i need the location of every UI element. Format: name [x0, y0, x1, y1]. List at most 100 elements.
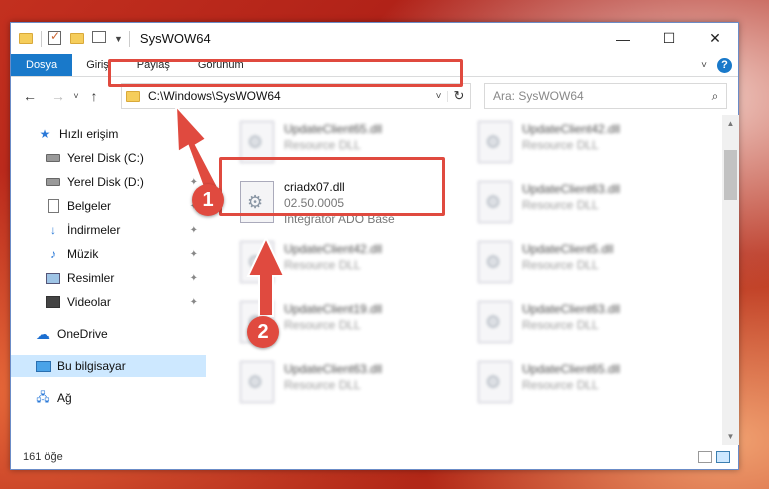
file-tile[interactable]: UpdateClient42.dll Resource DLL	[230, 235, 460, 295]
sidebar-item-music[interactable]: ♪ Müzik ✦	[11, 243, 206, 265]
file-name: UpdateClient42.dll	[284, 242, 383, 256]
scrollbar-thumb[interactable]	[724, 150, 737, 200]
chevron-down-icon[interactable]: ▼	[114, 34, 123, 44]
pin-icon[interactable]: ✦	[190, 249, 198, 260]
computer-icon	[35, 359, 51, 373]
file-description: Resource DLL	[522, 258, 599, 272]
status-bar: 161 öğe	[11, 445, 738, 469]
sidebar-item-label: İndirmeler	[67, 223, 121, 237]
file-tile[interactable]: UpdateClient63.dll Resource DLL	[230, 355, 460, 415]
sidebar-item-downloads[interactable]: ↓ İndirmeler ✦	[11, 219, 206, 241]
address-bar[interactable]: C:\Windows\SysWOW64 ˅ ↻	[121, 83, 471, 109]
file-description: Resource DLL	[522, 318, 599, 332]
file-name: UpdateClient42.dll	[522, 122, 621, 136]
scroll-down-icon[interactable]: ▼	[722, 428, 739, 445]
file-description: Resource DLL	[522, 138, 599, 152]
search-icon[interactable]: ⌕	[704, 89, 726, 104]
dll-file-icon	[240, 241, 274, 283]
dll-file-icon	[478, 301, 512, 343]
new-folder-icon[interactable]	[70, 31, 86, 47]
file-description: Resource DLL	[522, 378, 599, 392]
sidebar-item-label: Yerel Disk (D:)	[67, 175, 144, 189]
search-input[interactable]: Ara: SysWOW64	[493, 89, 704, 103]
file-description: Resource DLL	[284, 378, 361, 392]
file-tile[interactable]: UpdateClient42.dll Resource DLL	[468, 115, 698, 175]
sidebar-item-onedrive[interactable]: ☁ OneDrive	[11, 323, 206, 345]
properties-check-icon[interactable]	[48, 29, 64, 47]
sidebar-item-documents[interactable]: Belgeler ✦	[11, 195, 206, 217]
dll-file-icon	[240, 121, 274, 163]
sidebar-item-quick-access[interactable]: ★ Hızlı erişim	[11, 123, 206, 145]
sidebar-item-disk-d[interactable]: Yerel Disk (D:) ✦	[11, 171, 206, 193]
title-bar: ▼ SysWOW64 — ☐ ✕	[11, 23, 738, 54]
file-name: UpdateClient63.dll	[522, 182, 621, 196]
pin-icon[interactable]: ✦	[190, 153, 198, 164]
forward-arrow-icon[interactable]: →	[47, 88, 69, 104]
tiles-view-icon[interactable]	[716, 451, 730, 463]
file-description: Resource DLL	[284, 258, 361, 272]
file-tile[interactable]: UpdateClient65.dll Resource DLL	[230, 115, 460, 175]
sidebar-item-videos[interactable]: Videolar ✦	[11, 291, 206, 313]
pin-icon[interactable]: ✦	[190, 177, 198, 188]
file-name: UpdateClient5.dll	[522, 242, 614, 256]
vertical-scrollbar[interactable]: ▲ ▼	[722, 115, 739, 445]
file-name: UpdateClient65.dll	[284, 122, 383, 136]
ribbon-tabs: Dosya Giriş Paylaş Görünüm ˅ ?	[11, 54, 738, 77]
file-tile[interactable]: UpdateClient63.dll Resource DLL	[468, 295, 698, 355]
network-icon: 🖧	[36, 389, 50, 404]
sidebar-item-network[interactable]: 🖧 Ağ	[11, 387, 206, 409]
sidebar-item-label: Ağ	[57, 391, 72, 405]
file-tile[interactable]: UpdateClient63.dll Resource DLL	[468, 175, 698, 235]
maximize-button[interactable]: ☐	[646, 23, 692, 54]
help-icon[interactable]: ?	[717, 57, 732, 73]
file-tile[interactable]: UpdateClient5.dll Resource DLL	[468, 235, 698, 295]
address-path[interactable]: C:\Windows\SysWOW64	[148, 89, 430, 103]
file-name: UpdateClient63.dll	[284, 362, 383, 376]
music-icon: ♪	[50, 247, 56, 261]
document-icon	[45, 199, 61, 213]
toolbar-divider	[41, 30, 42, 47]
refresh-icon[interactable]: ↻	[448, 88, 470, 104]
scroll-up-icon[interactable]: ▲	[722, 115, 739, 132]
tab-file[interactable]: Dosya	[11, 54, 73, 76]
details-view-icon[interactable]	[698, 451, 712, 463]
file-description: Resource DLL	[284, 318, 361, 332]
sidebar-item-label: Müzik	[67, 247, 99, 261]
disk-icon	[45, 175, 61, 189]
dll-file-icon	[240, 181, 274, 223]
address-dropdown-icon[interactable]: ˅	[430, 90, 448, 102]
file-list: UpdateClient65.dll Resource DLL criadx07…	[216, 115, 720, 445]
pin-icon[interactable]: ✦	[190, 225, 198, 236]
file-tile[interactable]: UpdateClient65.dll Resource DLL	[468, 355, 698, 415]
close-button[interactable]: ✕	[692, 23, 738, 54]
tab-share[interactable]: Paylaş	[123, 54, 184, 76]
up-arrow-icon[interactable]: ↑	[83, 88, 105, 104]
folder-icon	[126, 90, 140, 102]
tab-home[interactable]: Giriş	[72, 54, 123, 76]
search-box[interactable]: Ara: SysWOW64 ⌕	[484, 83, 727, 109]
window-title: SysWOW64	[139, 31, 211, 46]
tab-view[interactable]: Görünüm	[184, 54, 258, 76]
sidebar-item-pictures[interactable]: Resimler ✦	[11, 267, 206, 289]
pin-icon[interactable]: ✦	[190, 273, 198, 284]
file-name: criadx07.dll	[284, 180, 345, 194]
disk-icon	[45, 151, 61, 165]
file-description: Resource DLL	[284, 138, 361, 152]
pin-icon[interactable]: ✦	[190, 297, 198, 308]
sidebar-item-disk-c[interactable]: Yerel Disk (C:) ✦	[11, 147, 206, 169]
navigation-bar: ← → ˅ ↑ C:\Windows\SysWOW64 ˅ ↻ Ara: Sys…	[11, 78, 738, 114]
quick-access-toolbar: ▼	[19, 29, 130, 47]
file-tile-criadx07[interactable]: criadx07.dll 02.50.0005 Integrator ADO B…	[230, 175, 460, 235]
view-properties-icon[interactable]	[92, 30, 108, 47]
navigation-pane: ★ Hızlı erişim Yerel Disk (C:) ✦ Yerel D…	[11, 115, 206, 445]
recent-locations-chevron-icon[interactable]: ˅	[69, 91, 83, 101]
expand-ribbon-icon[interactable]: ˅	[701, 60, 707, 71]
file-version: 02.50.0005	[284, 196, 345, 210]
back-arrow-icon[interactable]: ←	[19, 88, 41, 104]
step-badge-1: 1	[192, 184, 224, 216]
minimize-button[interactable]: —	[600, 23, 646, 54]
image-icon	[45, 271, 61, 285]
step-badge-2: 2	[247, 316, 279, 348]
dll-file-icon	[478, 181, 512, 223]
sidebar-item-this-pc[interactable]: Bu bilgisayar	[11, 355, 206, 377]
